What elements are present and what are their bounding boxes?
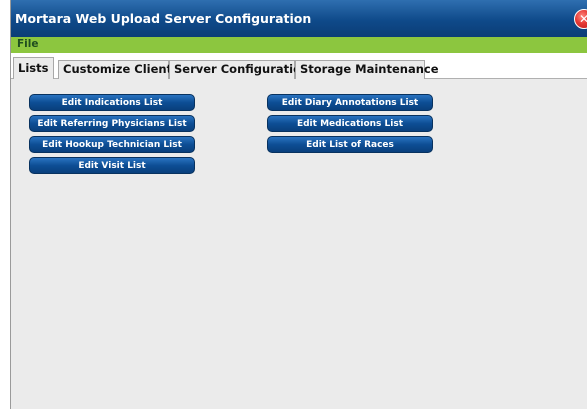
app-window: Mortara Web Upload Server Configuration … [10, 0, 587, 409]
close-icon[interactable]: ✕ [574, 9, 587, 29]
edit-list-of-races-button[interactable]: Edit List of Races [267, 136, 433, 153]
edit-visit-list-button[interactable]: Edit Visit List [29, 157, 195, 174]
title-bar[interactable]: Mortara Web Upload Server Configuration … [11, 0, 587, 37]
menu-bar: File [11, 37, 587, 53]
edit-diary-annotations-list-button[interactable]: Edit Diary Annotations List [267, 94, 433, 111]
edit-hookup-technician-list-button[interactable]: Edit Hookup Technician List [29, 136, 195, 153]
edit-referring-physicians-list-button[interactable]: Edit Referring Physicians List [29, 115, 195, 132]
lists-panel: Edit Indications List Edit Referring Phy… [11, 79, 587, 409]
tab-customize-client[interactable]: Customize Client [58, 60, 172, 79]
tab-storage-maintenance[interactable]: Storage Maintenance [295, 60, 439, 79]
tab-strip: Lists Customize Client Server Configurat… [11, 53, 587, 80]
menu-file[interactable]: File [17, 38, 39, 50]
tab-lists[interactable]: Lists [13, 57, 54, 80]
window-title: Mortara Web Upload Server Configuration [15, 11, 312, 26]
edit-indications-list-button[interactable]: Edit Indications List [29, 94, 195, 111]
edit-medications-list-button[interactable]: Edit Medications List [267, 115, 433, 132]
tab-server-configuration[interactable]: Server Configuration [169, 60, 309, 79]
